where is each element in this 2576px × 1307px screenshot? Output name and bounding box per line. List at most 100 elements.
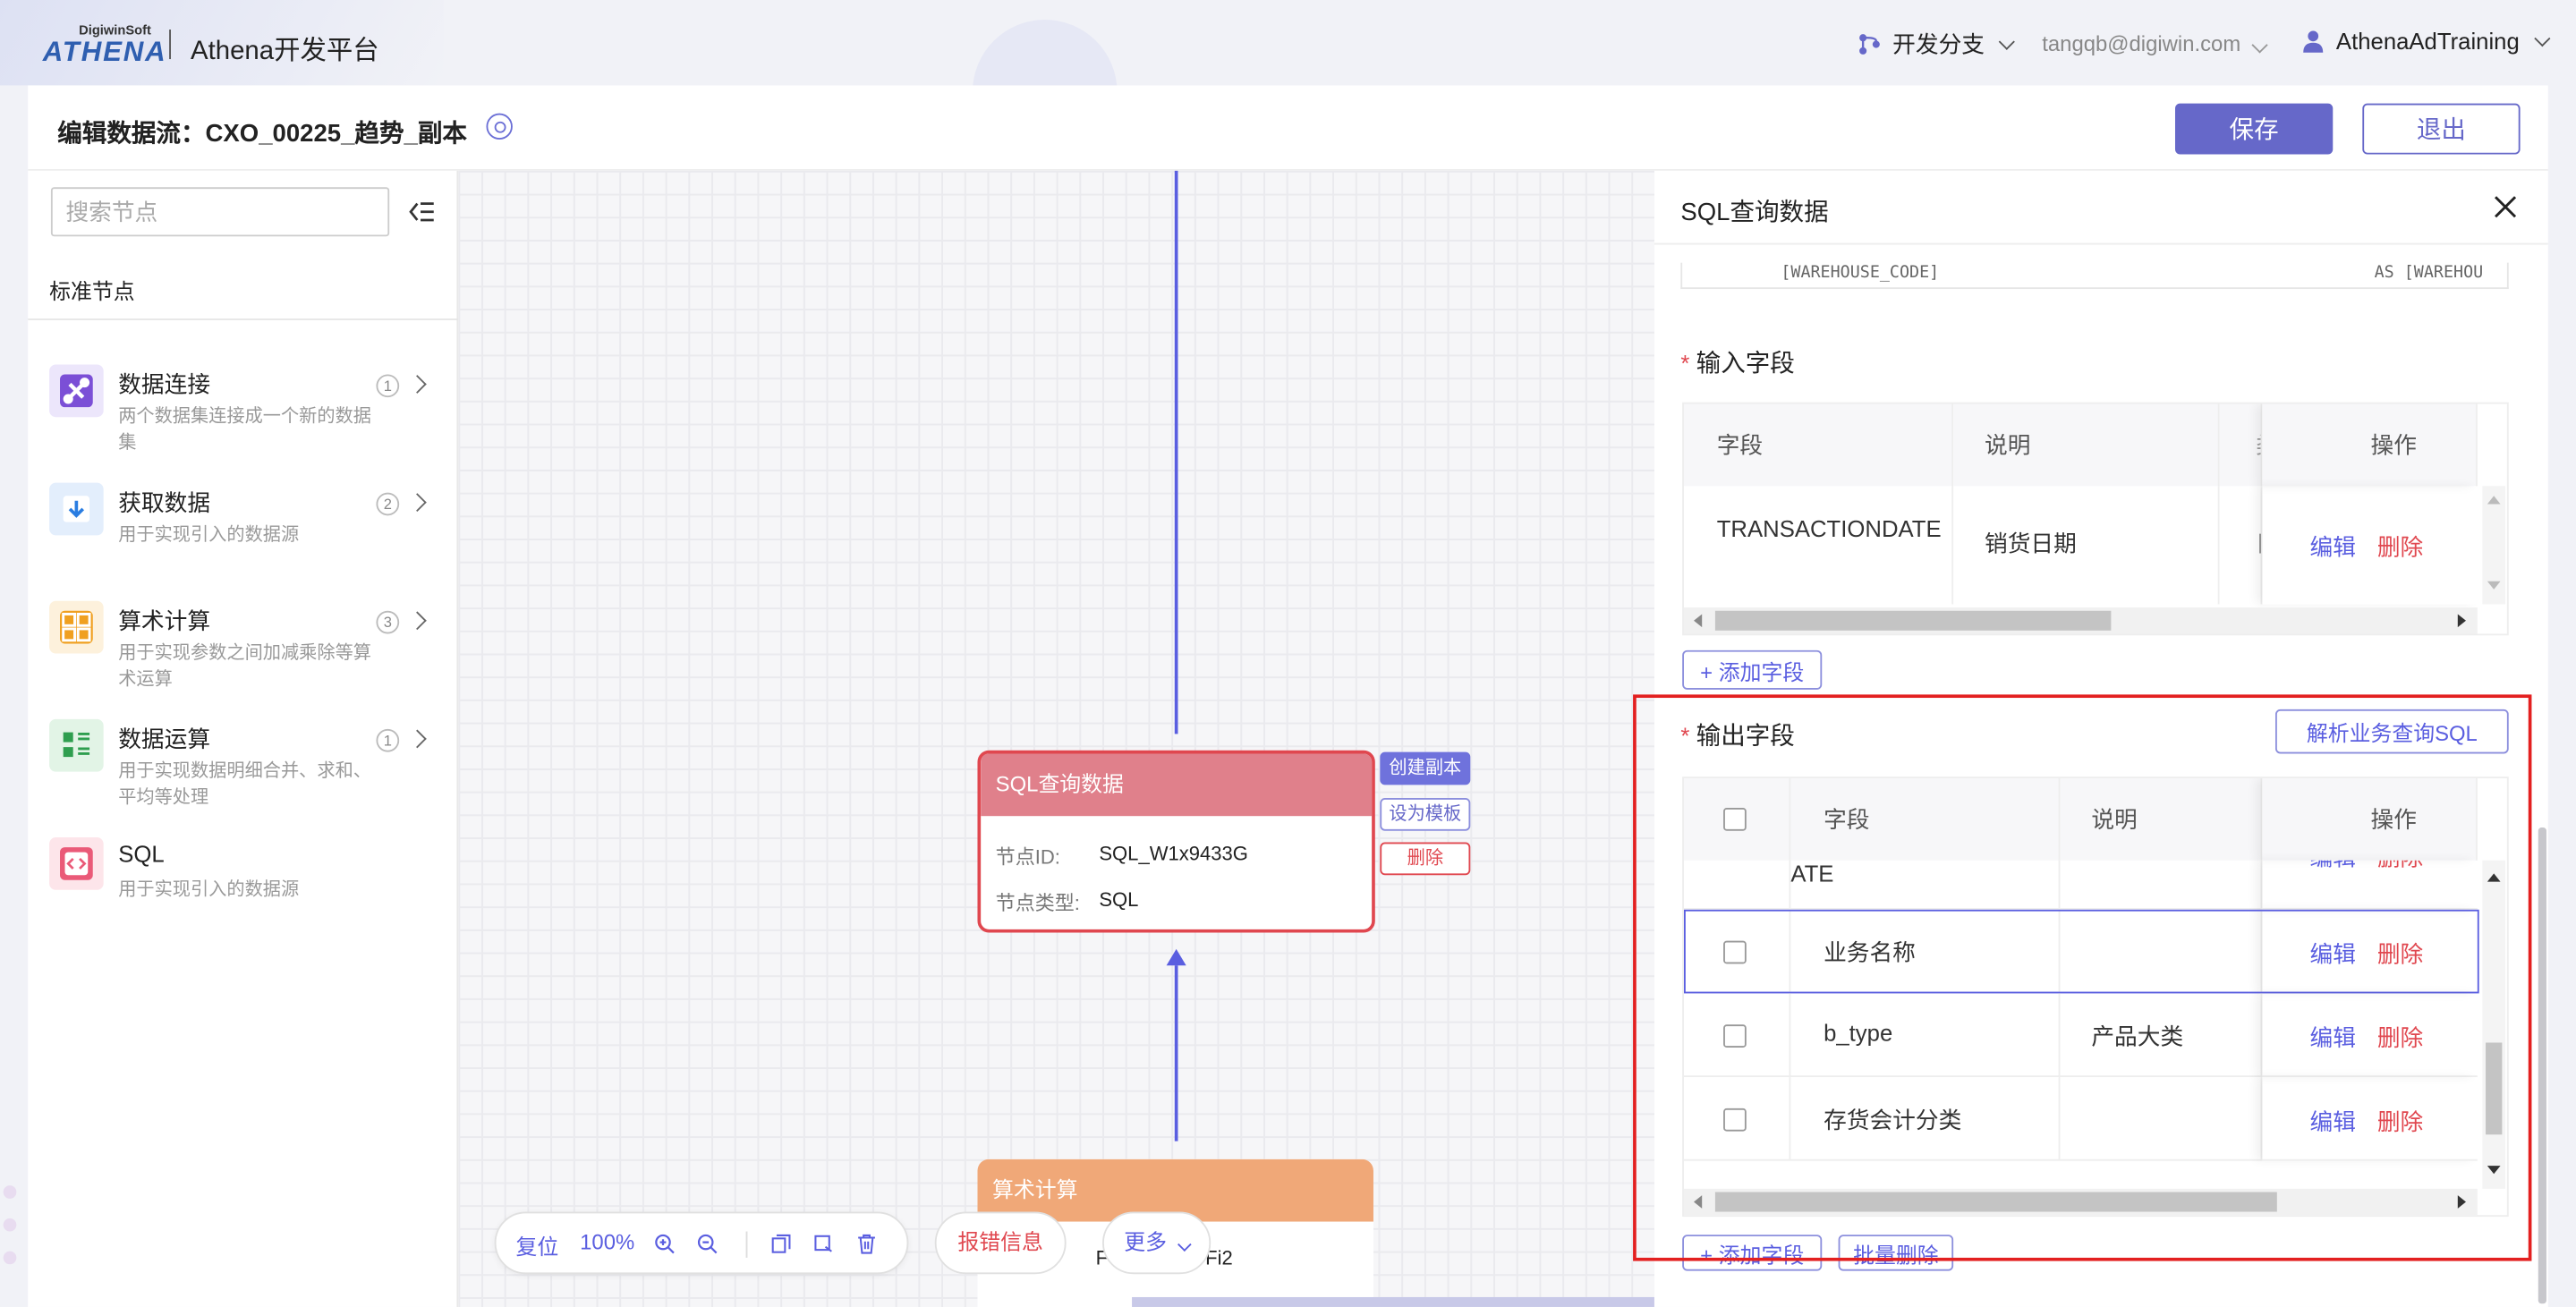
node-desc: 用于实现参数之间加减乘除等算术运算 (118, 643, 371, 690)
node-desc: 用于实现引入的数据源 (118, 879, 300, 900)
node-id-row: 节点ID: SQL_W1x9433G (995, 842, 1248, 869)
row-actions: 编辑 删除 (2262, 486, 2478, 604)
user-email[interactable]: tangqb@digiwin.com (2042, 31, 2267, 55)
branch-label: 开发分支 (1892, 30, 1985, 58)
node-name: 数据连接 (118, 370, 211, 398)
node-item-3[interactable]: 数据运算用于实现数据明细合并、求和、平均等处理 1 (49, 718, 452, 821)
platform-name: Athena开发平台 (190, 38, 379, 66)
link-icon (49, 364, 104, 418)
field-name: TRANSACTIONDATE (1684, 486, 1954, 605)
reset-button[interactable]: 复位 (516, 1230, 559, 1261)
node-name: SQL (118, 840, 165, 868)
chevron-right-icon[interactable] (407, 729, 427, 749)
grid-list-icon (49, 718, 104, 772)
chevron-right-icon[interactable] (407, 375, 427, 394)
column-header-type: 类 (2219, 403, 2263, 487)
download-icon (49, 482, 104, 536)
chevron-down-icon (2250, 37, 2267, 54)
search-node-input[interactable] (50, 187, 390, 237)
node-count-badge: 1 (376, 374, 400, 398)
gear-icon[interactable] (486, 113, 513, 140)
paste-icon[interactable] (813, 1233, 835, 1254)
canvas-horizontal-scrollbar[interactable] (1132, 1296, 1654, 1307)
field-type: 日 (2220, 486, 2263, 605)
sql-node-title: SQL查询数据 (981, 753, 1373, 817)
page-title: 编辑数据流：CXO_00225_趋势_副本 (57, 119, 467, 149)
create-copy-button[interactable]: 创建副本 (1380, 751, 1471, 785)
highlight-box (1633, 694, 2532, 1261)
user-menu[interactable]: AthenaAdTraining (2300, 28, 2550, 55)
node-item-0[interactable]: 数据连接两个数据集连接成一个新的数据集 1 (49, 364, 452, 466)
athena-logo[interactable]: DigiwinSoft ATHENA (43, 23, 166, 68)
edit-link[interactable]: 编辑 (2310, 530, 2356, 564)
node-item-2[interactable]: 算术计算用于实现参数之间加减乘除等算术运算 3 (49, 600, 452, 703)
flow-canvas[interactable]: SQL查询数据 节点ID: SQL_W1x9433G 节点类型: SQL 创建副… (458, 170, 1654, 1307)
node-count-badge: 1 (376, 728, 400, 752)
error-info-button[interactable]: 报错信息 (934, 1211, 1067, 1275)
input-fields-label: * 输入字段 (1680, 349, 1795, 378)
column-header-field: 字段 (1684, 403, 1954, 487)
editor-header: 编辑数据流：CXO_00225_趋势_副本 保存 退出 (28, 85, 2548, 171)
node-desc: 用于实现数据明细合并、求和、平均等处理 (118, 761, 371, 809)
collapse-panel-icon[interactable] (409, 200, 435, 224)
node-desc: 用于实现引入的数据源 (118, 525, 300, 546)
node-item-1[interactable]: 获取数据用于实现引入的数据源 2 (49, 482, 452, 585)
copy-icon[interactable] (770, 1233, 792, 1254)
logo-divider (169, 30, 171, 60)
horizontal-scrollbar[interactable] (1684, 607, 2478, 634)
node-library-panel: 标准节点 数据连接两个数据集连接成一个新的数据集1获取数据用于实现引入的数据源2… (28, 170, 459, 1307)
chevron-down-icon (1177, 1237, 1192, 1252)
edge-arrow (1166, 948, 1186, 966)
save-button[interactable]: 保存 (2174, 103, 2334, 155)
chevron-down-icon (2533, 30, 2550, 47)
zoom-out-icon[interactable] (697, 1233, 718, 1254)
panel-scrollbar[interactable] (2538, 827, 2546, 1304)
user-icon (2303, 30, 2324, 53)
column-header-action: 操作 (2262, 403, 2478, 487)
trash-icon[interactable] (856, 1233, 878, 1254)
node-name: 获取数据 (118, 488, 211, 516)
node-item-4[interactable]: SQL 用于实现引入的数据源 (49, 837, 452, 939)
section-title-standard-nodes: 标准节点 (49, 279, 135, 304)
add-input-field-button[interactable]: + 添加字段 (1682, 649, 1823, 690)
more-button[interactable]: 更多 (1102, 1211, 1211, 1275)
delete-node-button[interactable]: 删除 (1380, 842, 1471, 876)
sql-code-editor[interactable]: [WAREHOUSE_CODE] AS [WAREHOU (1680, 262, 2509, 290)
exit-button[interactable]: 退出 (2362, 103, 2521, 155)
node-count-badge: 2 (376, 492, 400, 516)
flow-edge (1174, 170, 1178, 734)
scrollbar-thumb[interactable] (1714, 610, 2112, 631)
close-icon[interactable] (2489, 191, 2522, 224)
node-name: 算术计算 (118, 607, 211, 634)
zoom-level: 100% (580, 1229, 635, 1255)
panel-divider (1654, 242, 2548, 245)
bg-dots (0, 1185, 17, 1300)
node-count-badge: 3 (376, 610, 400, 634)
branch-selector[interactable]: 开发分支 (1857, 28, 2015, 61)
calculator-icon (49, 600, 104, 654)
code-icon (49, 837, 104, 890)
node-id-value: SQL_W1x9433G (1099, 842, 1248, 866)
toolbar-divider (745, 1231, 748, 1258)
node-desc: 两个数据集连接成一个新的数据集 (118, 407, 371, 454)
chevron-down-icon (1998, 32, 2015, 49)
sql-query-node[interactable]: SQL查询数据 节点ID: SQL_W1x9433G 节点类型: SQL (977, 750, 1375, 933)
delete-link[interactable]: 删除 (2377, 530, 2423, 564)
canvas-toolbar: 复位 100% (494, 1211, 909, 1275)
vertical-scrollbar[interactable] (2482, 486, 2506, 605)
branch-icon (1859, 34, 1880, 55)
zoom-in-icon[interactable] (654, 1233, 676, 1254)
set-template-button[interactable]: 设为模板 (1380, 798, 1471, 831)
node-type-value: SQL (1099, 887, 1139, 912)
node-name: 数据运算 (118, 726, 211, 752)
flow-edge (1174, 965, 1178, 1142)
input-fields-table: 字段 说明 类 操作 TRANSACTIONDATE 销货日期 日 编辑 删除 (1682, 402, 2509, 636)
top-bar: DigiwinSoft ATHENA Athena开发平台 开发分支 tangq… (0, 0, 2576, 85)
node-type-row: 节点类型: SQL (995, 887, 1139, 915)
column-header-desc: 说明 (1953, 403, 2220, 487)
field-desc: 销货日期 (1953, 486, 2220, 605)
chevron-right-icon[interactable] (407, 493, 427, 513)
section-divider (28, 318, 459, 320)
panel-title: SQL查询数据 (1680, 199, 1829, 227)
chevron-right-icon[interactable] (407, 611, 427, 631)
